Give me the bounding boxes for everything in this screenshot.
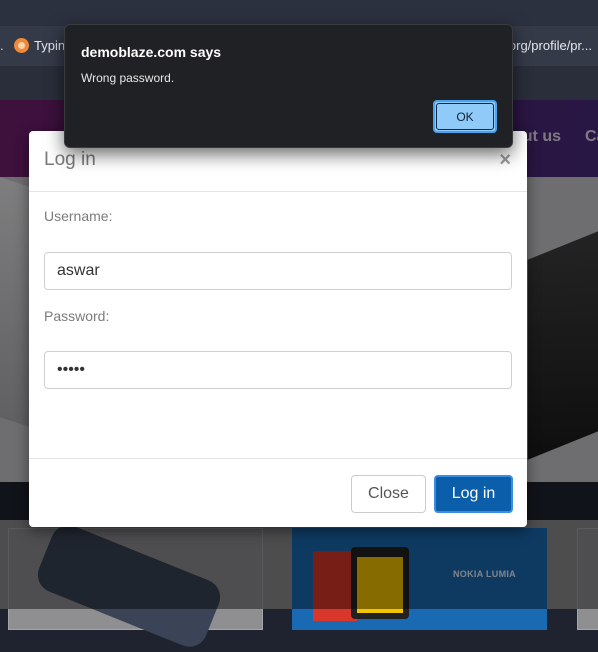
close-button[interactable]: Close: [351, 475, 426, 513]
close-icon[interactable]: ×: [499, 149, 511, 172]
alert-title: demoblaze.com says: [81, 44, 222, 60]
password-input[interactable]: [44, 351, 512, 389]
bookmark-fragment-right[interactable]: org/profile/pr...: [509, 38, 592, 53]
browser-alert-dialog: demoblaze.com says Wrong password. OK: [64, 24, 513, 148]
bookmark-label: Typin: [34, 38, 66, 53]
password-label: Password:: [44, 308, 110, 324]
bookmark-favicon-icon: [14, 38, 29, 53]
login-modal-title: Log in: [44, 149, 96, 170]
login-modal: Log in × Username: Password: Close Log i…: [29, 131, 527, 527]
browser-tab-strip: [0, 0, 598, 26]
alert-ok-button[interactable]: OK: [433, 100, 497, 133]
alert-message: Wrong password.: [81, 71, 175, 85]
bookmark-fragment-left[interactable]: .: [0, 38, 4, 53]
login-modal-footer: Close Log in: [29, 458, 527, 528]
login-button[interactable]: Log in: [434, 475, 513, 513]
username-input[interactable]: [44, 252, 512, 290]
username-label: Username:: [44, 208, 113, 224]
bookmark-typing[interactable]: Typin: [14, 38, 65, 53]
